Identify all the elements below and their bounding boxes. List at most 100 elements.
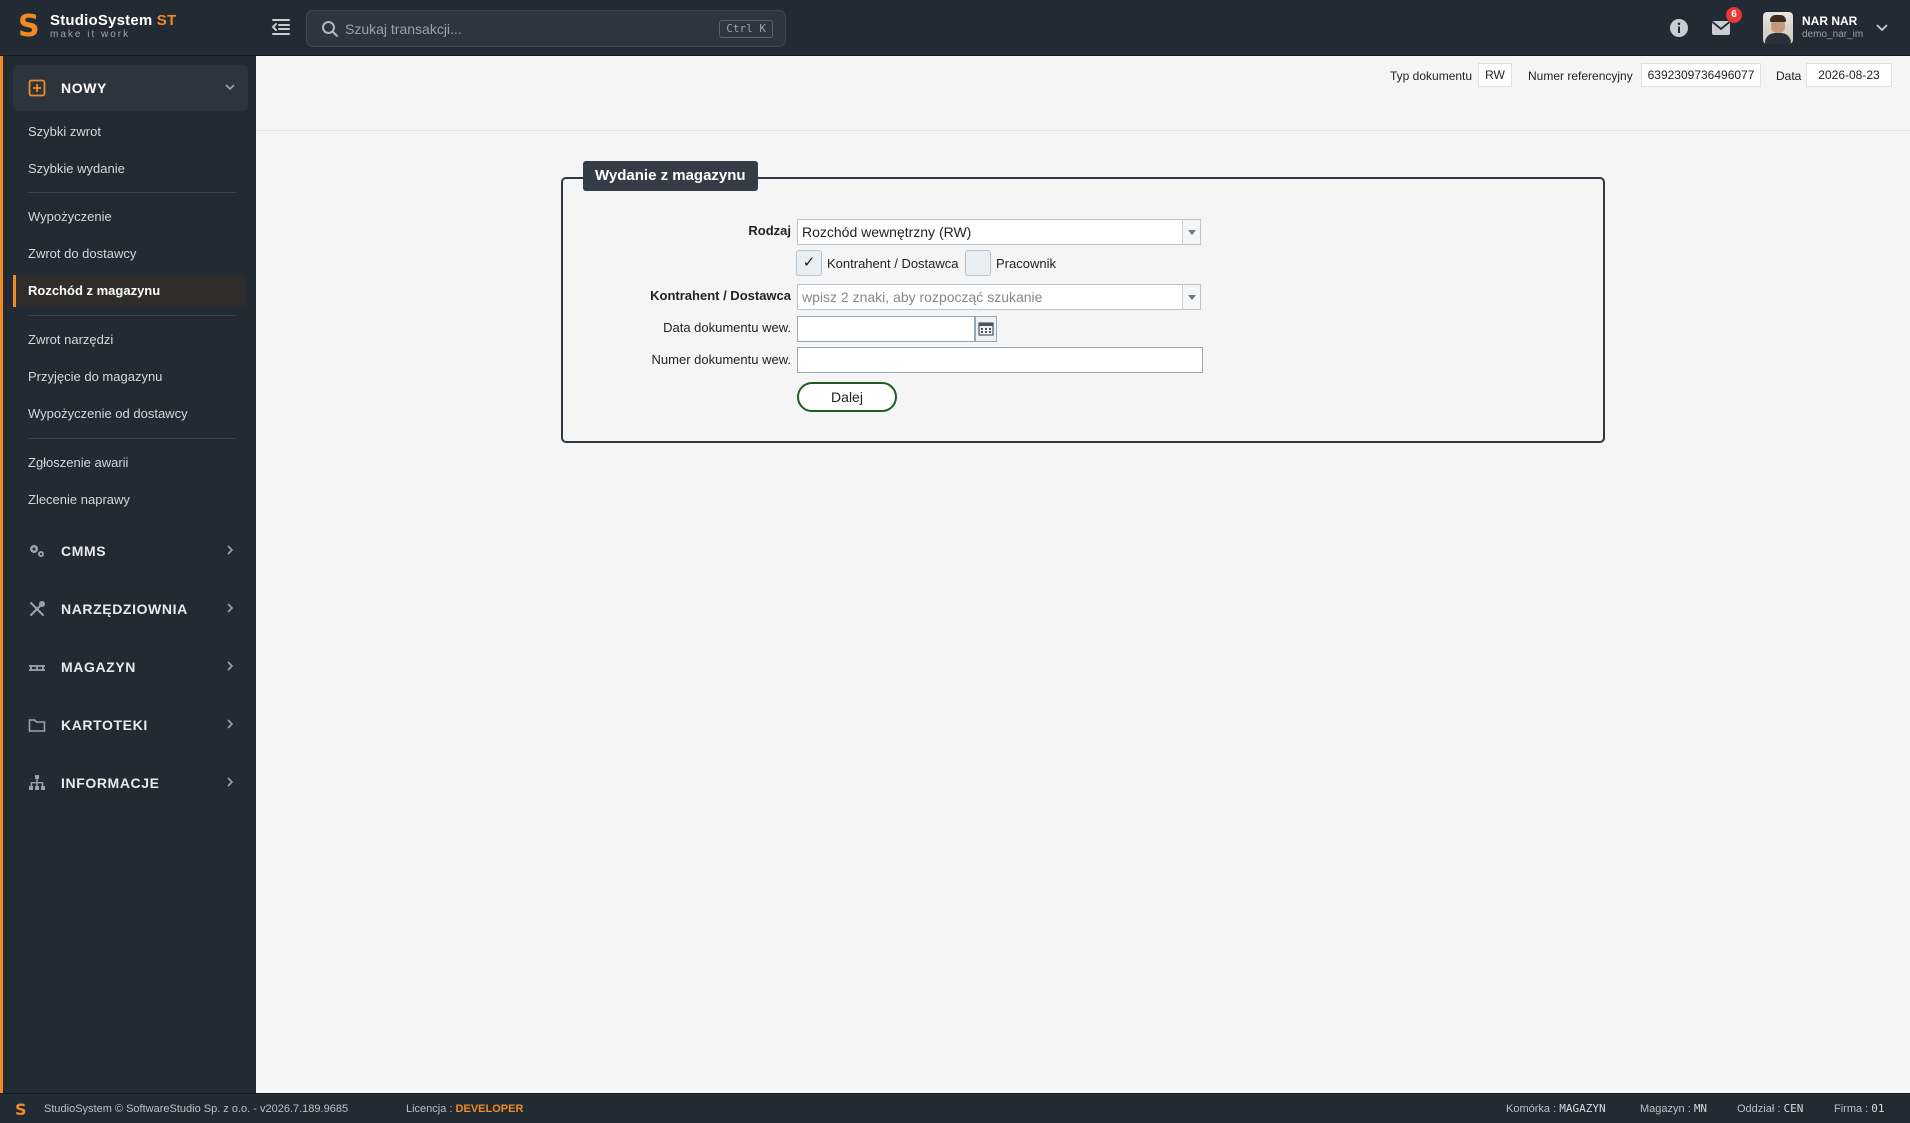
- doc-ref-value: 6392309736496077: [1641, 63, 1761, 87]
- user-login: demo_nar_im: [1802, 29, 1864, 40]
- app-name-suffix: ST: [156, 12, 177, 29]
- doc-date-label: Data: [1776, 69, 1802, 83]
- plus-square-icon: [28, 79, 46, 97]
- kontrahent-label: Kontrahent / Dostawca: [650, 288, 791, 303]
- search-input[interactable]: [345, 19, 705, 39]
- sitemap-icon: [29, 775, 45, 790]
- doc-type-label: Typ dokumentu: [1390, 69, 1473, 83]
- magazyn-value: MN: [1693, 1102, 1708, 1115]
- collapse-sidebar-icon[interactable]: [270, 16, 292, 38]
- sidebar-section-magazyn[interactable]: MAGAZYN: [13, 644, 248, 690]
- form-title: Wydanie z magazynu: [583, 161, 758, 191]
- sidebar-item-rozchod-z-magazynu[interactable]: Rozchód z magazynu: [13, 275, 247, 307]
- sidebar-item-zwrot-do-dostawcy[interactable]: Zwrot do dostawcy: [13, 238, 247, 270]
- avatar-body: [1765, 33, 1791, 44]
- copyright-text: StudioSystem © SoftwareStudio Sp. z o.o.…: [44, 1103, 349, 1115]
- mail-icon[interactable]: [1711, 19, 1731, 37]
- user-name[interactable]: NAR NAR: [1802, 14, 1857, 28]
- rodzaj-label: Rodzaj: [748, 223, 791, 238]
- firma-label: Firma :: [1834, 1103, 1869, 1115]
- kontrahent-checkbox-label[interactable]: Kontrahent / Dostawca: [827, 254, 959, 274]
- notification-count-badge: 6: [1726, 7, 1742, 23]
- kontrahent-placeholder: wpisz 2 znaki, aby rozpocząć szukanie: [802, 289, 1043, 305]
- avatar[interactable]: [1763, 12, 1793, 44]
- sidebar-item-szybki-zwrot[interactable]: Szybki zwrot: [13, 116, 247, 148]
- sidebar-section-label: INFORMACJE: [61, 775, 160, 791]
- sidebar-item-zgloszenie-awarii[interactable]: Zgłoszenie awarii: [13, 447, 247, 479]
- license-value: DEVELOPER: [455, 1103, 524, 1115]
- doc-date-value: 2026-08-23: [1806, 63, 1892, 87]
- chevron-down-icon: [225, 84, 235, 91]
- sidebar-item-wypozyczenie-od-dostawcy[interactable]: Wypożyczenie od dostawcy: [13, 398, 247, 430]
- logo-mark: S: [18, 9, 40, 44]
- avatar-hair: [1770, 15, 1786, 22]
- sidebar-section-cmms[interactable]: CMMS: [13, 528, 248, 574]
- gears-icon: [30, 545, 44, 557]
- search-icon: [322, 21, 338, 37]
- app-title: StudioSystem ST: [50, 13, 176, 29]
- magazyn-info: Magazyn : MN: [1640, 1094, 1707, 1123]
- chevron-down-icon[interactable]: [1875, 20, 1889, 34]
- firma-info: Firma : 01: [1834, 1094, 1885, 1123]
- sidebar-item-szybkie-wydanie[interactable]: Szybkie wydanie: [13, 153, 247, 185]
- sidebar-section-informacje[interactable]: INFORMACJE: [13, 760, 248, 806]
- search-box[interactable]: Ctrl K: [306, 10, 786, 47]
- sidebar-section-label: NARZĘDZIOWNIA: [61, 601, 188, 617]
- chevron-right-icon: [227, 603, 234, 613]
- folder-icon: [28, 719, 46, 732]
- komorka-info: Komórka : MAGAZYN: [1506, 1094, 1606, 1123]
- sidebar-item-wypozyczenie[interactable]: Wypożyczenie: [13, 201, 247, 233]
- license-info: Licencja : DEVELOPER: [406, 1094, 523, 1123]
- calendar-glyph: [978, 322, 994, 336]
- firma-value: 01: [1871, 1102, 1885, 1115]
- sidebar-section-label: NOWY: [61, 80, 107, 96]
- status-bar: S StudioSystem © SoftwareStudio Sp. z o.…: [0, 1093, 1910, 1123]
- sidebar-section-label: KARTOTEKI: [61, 717, 148, 733]
- oddzial-label: Oddział :: [1737, 1103, 1781, 1115]
- calendar-icon[interactable]: [975, 316, 997, 342]
- chevron-right-icon: [227, 777, 234, 787]
- logo-text: StudioSystem ST make it work: [50, 13, 176, 41]
- komorka-value: MAGAZYN: [1559, 1102, 1606, 1115]
- data-dokumentu-input[interactable]: [797, 316, 975, 342]
- sidebar-item-zwrot-narzedzi[interactable]: Zwrot narzędzi: [13, 324, 247, 356]
- pracownik-checkbox-label[interactable]: Pracownik: [996, 254, 1056, 274]
- sidebar-item-zlecenie-naprawy[interactable]: Zlecenie naprawy: [13, 484, 247, 516]
- issue-form-panel: [561, 177, 1605, 443]
- document-info-bar: Typ dokumentu RW Numer referencyjny 6392…: [256, 56, 1910, 131]
- kontrahent-select[interactable]: wpisz 2 znaki, aby rozpocząć szukanie: [797, 284, 1201, 310]
- dropdown-arrow-icon[interactable]: [1182, 220, 1200, 244]
- logo-mark-small-icon: S: [15, 1101, 27, 1117]
- komorka-label: Komórka :: [1506, 1103, 1557, 1115]
- sidebar-divider: [28, 438, 236, 439]
- numer-dokumentu-label: Numer dokumentu wew.: [651, 352, 791, 367]
- oddzial-info: Oddział : CEN: [1737, 1094, 1803, 1123]
- oddzial-value: CEN: [1783, 1102, 1804, 1115]
- app-logo[interactable]: S StudioSystem ST make it work: [18, 12, 176, 42]
- sidebar-section-label: MAGAZYN: [61, 659, 136, 675]
- svg-text:S: S: [15, 1101, 27, 1117]
- sidebar-section-nowy[interactable]: NOWY: [13, 65, 248, 111]
- magazyn-label: Magazyn :: [1640, 1103, 1691, 1115]
- rodzaj-select[interactable]: Rozchód wewnętrzny (RW): [797, 219, 1201, 245]
- app-name: StudioSystem: [50, 12, 153, 29]
- info-icon[interactable]: [1669, 18, 1689, 38]
- doc-ref-label: Numer referencyjny: [1528, 69, 1633, 83]
- numer-dokumentu-input[interactable]: [797, 347, 1203, 373]
- license-label: Licencja :: [406, 1103, 453, 1115]
- sidebar-section-narzedziownia[interactable]: NARZĘDZIOWNIA: [13, 586, 248, 632]
- chevron-right-icon: [227, 661, 234, 671]
- sidebar-item-przyjecie-do-magazynu[interactable]: Przyjęcie do magazynu: [13, 361, 247, 393]
- warehouse-rack-icon: [29, 665, 45, 671]
- chevron-right-icon: [227, 545, 234, 555]
- dalej-button[interactable]: Dalej: [797, 382, 897, 412]
- sidebar-divider: [28, 315, 236, 316]
- app-tagline: make it work: [50, 29, 131, 40]
- top-bar: S StudioSystem ST make it work Ctrl K 6 …: [0, 0, 1910, 56]
- rodzaj-selected-value: Rozchód wewnętrzny (RW): [802, 224, 972, 240]
- dropdown-arrow-icon[interactable]: [1182, 285, 1200, 309]
- kontrahent-checkbox[interactable]: ✓: [796, 250, 822, 276]
- chevron-right-icon: [227, 719, 234, 729]
- pracownik-checkbox[interactable]: [965, 250, 991, 276]
- sidebar-section-kartoteki[interactable]: KARTOTEKI: [13, 702, 248, 748]
